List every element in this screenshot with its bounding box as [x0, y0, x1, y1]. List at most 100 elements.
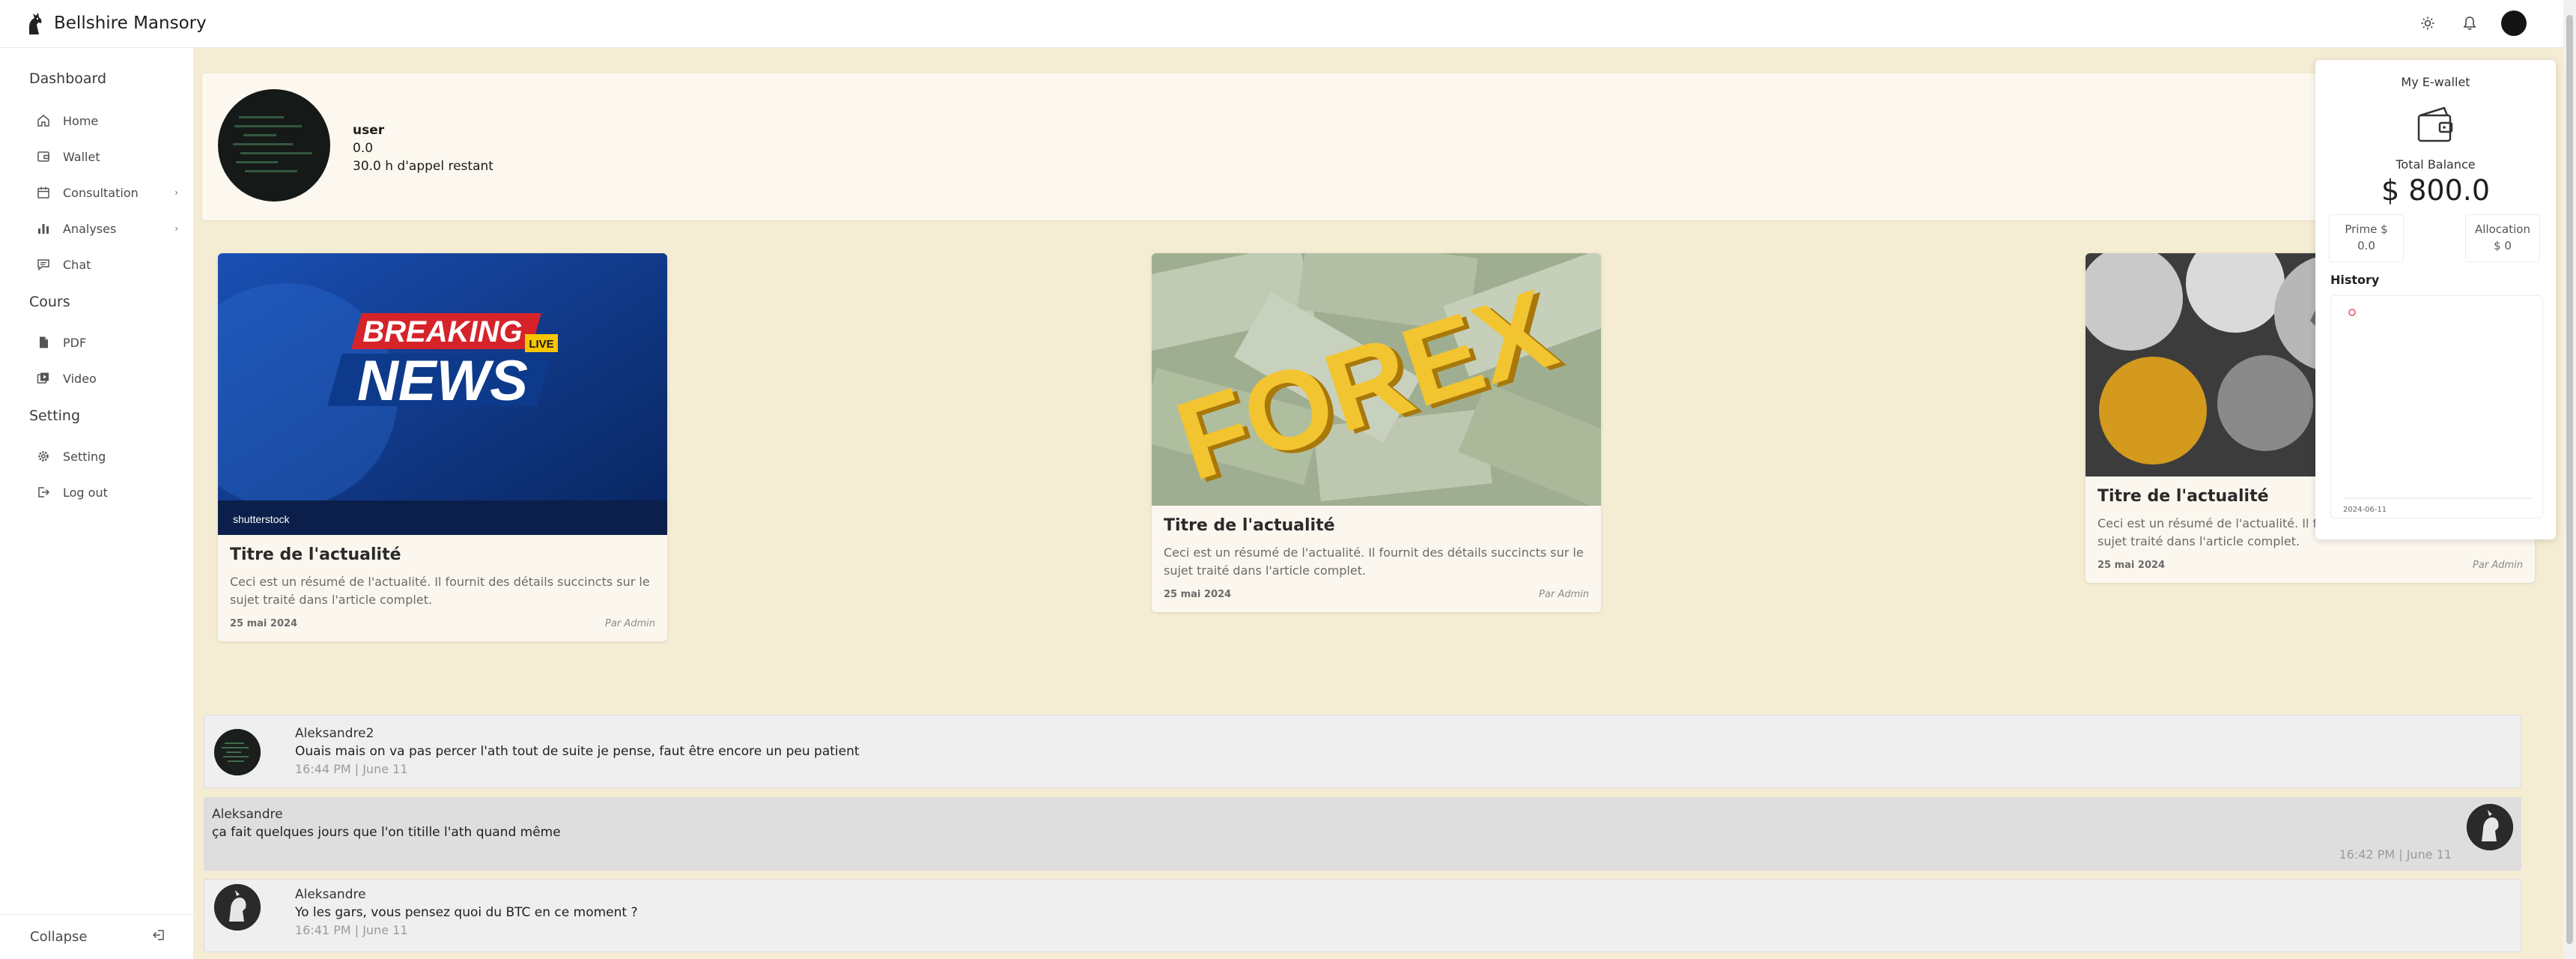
chat-text: Ouais mais on va pas percer l'ath tout d…	[295, 744, 860, 759]
chat-message: Aleksandre ça fait quelques jours que l'…	[204, 797, 2521, 871]
profile-card: user 0.0 30.0 h d'appel restant	[202, 73, 2535, 220]
wallet-allocation-value: $ 0	[2494, 239, 2512, 252]
wallet-total-label: Total Balance	[2396, 157, 2476, 172]
brand[interactable]: Bellshire Mansory	[25, 10, 207, 36]
svg-text:NEWS: NEWS	[357, 349, 528, 413]
news-date: 25 mai 2024	[2097, 560, 2166, 571]
sidebar-group-setting: Setting	[29, 408, 81, 424]
bell-icon[interactable]	[2459, 13, 2480, 34]
wallet-allocation-box: Allocation $ 0	[2465, 214, 2540, 262]
profile-avatar[interactable]	[218, 89, 330, 202]
sidebar: Dashboard Home Wallet Consultation › Ana…	[0, 48, 194, 959]
sidebar-item-video[interactable]: Video	[36, 366, 178, 391]
sidebar-item-consultation[interactable]: Consultation ›	[36, 180, 178, 205]
wallet-title: My E-wallet	[2401, 75, 2470, 89]
gear-icon	[36, 449, 51, 464]
history-x-tick: 2024-06-11	[2343, 506, 2387, 514]
svg-text:shutterstock: shutterstock	[233, 513, 290, 525]
sidebar-item-wallet[interactable]: Wallet	[36, 144, 178, 169]
wallet-history-title: History	[2330, 273, 2380, 287]
sun-icon[interactable]	[2417, 13, 2438, 34]
logout-icon	[36, 485, 51, 500]
chat-author: Aleksandre	[295, 887, 366, 902]
video-icon	[36, 371, 51, 386]
sidebar-item-setting[interactable]: Setting	[36, 444, 178, 469]
top-actions	[2417, 10, 2527, 36]
chevron-right-icon: ›	[174, 187, 178, 198]
wallet-allocation-label: Allocation	[2475, 223, 2530, 236]
profile-username: user	[353, 123, 385, 138]
profile-hours: 30.0 h d'appel restant	[353, 159, 493, 174]
sidebar-item-label: Log out	[63, 485, 108, 500]
home-icon	[36, 113, 51, 128]
calendar-icon	[36, 185, 51, 200]
file-icon	[36, 335, 51, 350]
sidebar-item-label: PDF	[63, 335, 87, 350]
news-author: Par Admin	[2473, 560, 2523, 571]
sidebar-item-label: Home	[63, 113, 99, 128]
news-title: Titre de l'actualité	[230, 545, 401, 564]
wallet-prime-box: Prime $ 0.0	[2329, 214, 2404, 262]
user-avatar[interactable]	[2501, 10, 2527, 36]
collapse-icon	[152, 928, 165, 946]
svg-text:LIVE: LIVE	[529, 338, 553, 351]
sidebar-item-label: Analyses	[63, 221, 117, 236]
sidebar-group-cours: Cours	[29, 294, 70, 310]
news-image-forex: FOREX FOREX	[1152, 253, 1601, 506]
page-scrollbar[interactable]	[2563, 0, 2576, 959]
news-title: Titre de l'actualité	[1164, 516, 1335, 535]
wallet-history-chart: 2024-06-11	[2330, 295, 2543, 518]
top-bar: Bellshire Mansory	[0, 0, 2576, 48]
chat-author: Aleksandre2	[295, 726, 374, 741]
news-author: Par Admin	[1539, 589, 1589, 600]
sidebar-item-logout[interactable]: Log out	[36, 480, 178, 505]
chat-text: Yo les gars, vous pensez quoi du BTC en …	[295, 905, 638, 920]
chat-message: Aleksandre2 Ouais mais on va pas percer …	[204, 715, 2521, 788]
chat-avatar[interactable]	[214, 729, 261, 775]
chat-message: Aleksandre Yo les gars, vous pensez quoi…	[204, 879, 2521, 952]
profile-balance: 0.0	[353, 141, 374, 156]
wallet-prime-value: 0.0	[2357, 239, 2375, 252]
sidebar-item-label: Wallet	[63, 149, 100, 164]
collapse-button[interactable]: Collapse	[0, 914, 194, 959]
sidebar-item-label: Chat	[63, 257, 91, 272]
chat-time: 16:44 PM | June 11	[295, 762, 408, 776]
wallet-icon	[36, 149, 51, 164]
sidebar-item-chat[interactable]: Chat	[36, 252, 178, 277]
sidebar-item-label: Video	[63, 371, 97, 386]
scrollbar-thumb[interactable]	[2566, 15, 2573, 944]
news-card[interactable]: FOREX FOREX Titre de l'actualité Ceci es…	[1152, 253, 1601, 612]
chat-icon	[36, 257, 51, 272]
horse-logo-icon	[29, 13, 42, 34]
main-content: user 0.0 30.0 h d'appel restant BREAKING…	[194, 48, 2563, 959]
profile-info: user 0.0 30.0 h d'appel restant	[353, 121, 493, 175]
wallet-prime-label: Prime $	[2345, 223, 2388, 236]
wallet-icon	[2417, 106, 2453, 142]
sidebar-item-label: Consultation	[63, 185, 139, 200]
sidebar-item-pdf[interactable]: PDF	[36, 330, 178, 355]
chat-text: ça fait quelques jours que l'on titille …	[212, 825, 561, 840]
sidebar-item-analyses[interactable]: Analyses ›	[36, 216, 178, 241]
wallet-total-balance: $ 800.0	[2381, 174, 2491, 207]
news-card[interactable]: BREAKING LIVE NEWS shutterstock Titre de…	[218, 253, 667, 641]
sidebar-item-label: Setting	[63, 449, 106, 464]
news-author: Par Admin	[605, 618, 655, 629]
history-point	[2348, 309, 2356, 316]
chat-time: 16:41 PM | June 11	[295, 923, 408, 937]
collapse-label: Collapse	[30, 929, 88, 945]
chat-avatar[interactable]	[214, 884, 261, 931]
svg-text:BREAKING: BREAKING	[362, 315, 522, 348]
chat-time: 16:42 PM | June 11	[2339, 847, 2452, 862]
sidebar-item-home[interactable]: Home	[36, 108, 178, 133]
news-image-breaking: BREAKING LIVE NEWS shutterstock	[218, 253, 667, 535]
news-date: 25 mai 2024	[1164, 589, 1232, 600]
news-summary: Ceci est un résumé de l'actualité. Il fo…	[230, 575, 650, 607]
app-title: Bellshire Mansory	[54, 13, 207, 33]
news-summary: Ceci est un résumé de l'actualité. Il fo…	[1164, 545, 1584, 578]
chat-author: Aleksandre	[212, 807, 283, 822]
wallet-panel: My E-wallet Total Balance $ 800.0 Prime …	[2315, 60, 2556, 539]
news-date: 25 mai 2024	[230, 618, 298, 629]
sidebar-group-dashboard: Dashboard	[29, 70, 107, 87]
chevron-right-icon: ›	[174, 223, 178, 234]
chat-avatar[interactable]	[2467, 804, 2513, 850]
